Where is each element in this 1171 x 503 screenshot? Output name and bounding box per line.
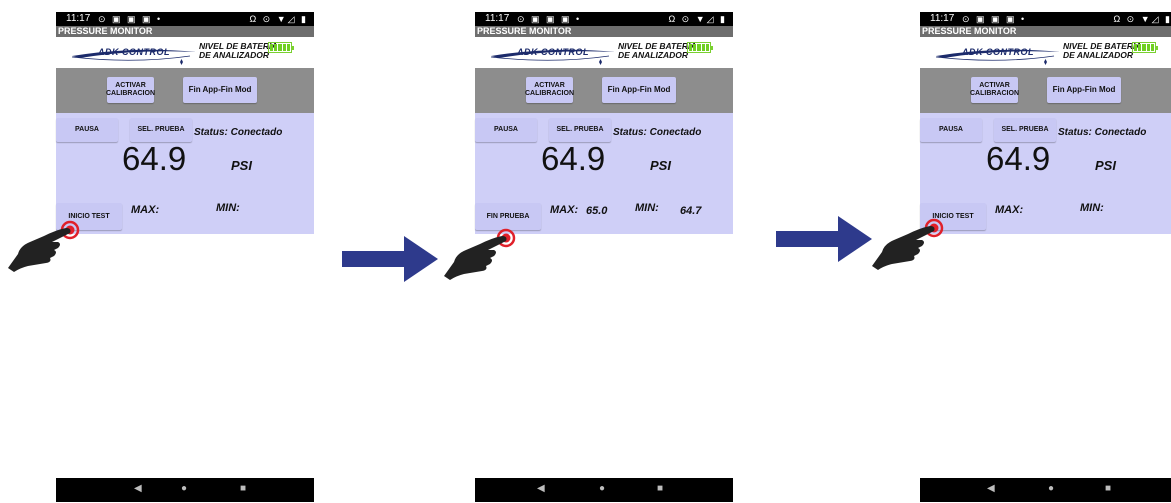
phone-frame-1: 11:17 ⊙ ▣ ▣ ▣ • Ω ⊙ ▼◿ ▮ PRESSURE MONITO…: [56, 12, 314, 502]
right-arrow-icon: [776, 216, 872, 262]
system-icons: Ω ⊙ ▼◿ ▮: [1113, 14, 1171, 24]
measurement-panel: PAUSA SEL. PRUEBA Status: Conectado 64.9…: [56, 113, 314, 234]
pressure-unit: PSI: [650, 158, 671, 173]
clock: 11:17: [66, 13, 91, 24]
end-app-button[interactable]: Fin App-Fin Mod: [602, 77, 676, 103]
right-arrow-icon: [342, 236, 438, 282]
clock: 11:17: [485, 13, 510, 24]
recents-nav-icon[interactable]: ■: [1105, 483, 1111, 494]
battery-icon: [687, 42, 713, 53]
status-bar: 11:17 ⊙ ▣ ▣ ▣ • Ω ⊙ ▼◿ ▮: [56, 12, 314, 26]
android-nav-bar: ◀ ● ■: [920, 478, 1171, 502]
select-test-button[interactable]: SEL. PRUEBA: [994, 118, 1056, 142]
control-bar: ACTIVAR CALIBRACION Fin App-Fin Mod: [920, 68, 1171, 113]
battery-label-line2: DE ANALIZADOR: [199, 50, 270, 60]
notification-icons: ⊙ ▣ ▣ ▣ •: [517, 14, 582, 24]
header: ADK CONTROL NIVEL DE BATERIA DE ANALIZAD…: [56, 37, 314, 68]
status-bar: 11:17 ⊙ ▣ ▣ ▣ • Ω ⊙ ▼◿ ▮: [920, 12, 1171, 26]
adk-logo: ADK CONTROL: [934, 44, 1062, 65]
control-bar: ACTIVAR CALIBRACION Fin App-Fin Mod: [56, 68, 314, 113]
control-bar: ACTIVAR CALIBRACION Fin App-Fin Mod: [475, 68, 733, 113]
max-value: 65.0: [586, 205, 608, 217]
back-nav-icon[interactable]: ◀: [987, 483, 995, 494]
app-title: PRESSURE MONITOR: [56, 26, 314, 37]
activate-calibration-button[interactable]: ACTIVAR CALIBRACION: [106, 77, 155, 103]
header: ADK CONTROL NIVEL DE BATERIA DE ANALIZAD…: [920, 37, 1171, 68]
notification-icons: ⊙ ▣ ▣ ▣ •: [962, 14, 1027, 24]
tap-hand-icon: [872, 218, 944, 270]
adk-logo: ADK CONTROL: [70, 44, 198, 65]
min-value: 64.7: [680, 205, 702, 217]
min-label: MIN:: [1080, 202, 1104, 214]
measurement-panel: PAUSA SEL. PRUEBA Status: Conectado 64.9…: [475, 113, 733, 234]
connection-status: Status: Conectado: [613, 127, 702, 138]
end-app-button[interactable]: Fin App-Fin Mod: [183, 77, 257, 103]
back-nav-icon[interactable]: ◀: [537, 483, 545, 494]
logo-text: ADK CONTROL: [98, 47, 170, 57]
pause-button[interactable]: PAUSA: [56, 118, 118, 142]
measurement-panel: PAUSA SEL. PRUEBA Status: Conectado 64.9…: [920, 113, 1171, 234]
pressure-reading: 64.9: [541, 140, 606, 177]
battery-icon: [268, 42, 294, 53]
logo-text: ADK CONTROL: [962, 47, 1034, 57]
recents-nav-icon[interactable]: ■: [657, 483, 663, 494]
max-label: MAX:: [995, 204, 1024, 216]
notification-icons: ⊙ ▣ ▣ ▣ •: [98, 14, 163, 24]
end-app-button[interactable]: Fin App-Fin Mod: [1047, 77, 1121, 103]
android-nav-bar: ◀ ● ■: [56, 478, 314, 502]
connection-status: Status: Conectado: [194, 127, 283, 138]
battery-label: NIVEL DE BATERIA DE ANALIZADOR: [618, 42, 697, 60]
battery-icon: [1132, 42, 1158, 53]
back-nav-icon[interactable]: ◀: [134, 483, 142, 494]
app-title: PRESSURE MONITOR: [920, 26, 1171, 37]
select-test-button[interactable]: SEL. PRUEBA: [549, 118, 611, 142]
android-nav-bar: ◀ ● ■: [475, 478, 733, 502]
phone-frame-3: 11:17 ⊙ ▣ ▣ ▣ • Ω ⊙ ▼◿ ▮ PRESSURE MONITO…: [920, 12, 1171, 502]
home-nav-icon[interactable]: ●: [599, 483, 605, 494]
pressure-reading: 64.9: [986, 140, 1051, 177]
logo-text: ADK CONTROL: [517, 47, 589, 57]
pressure-reading: 64.9: [122, 140, 187, 177]
battery-label: NIVEL DE BATERIA DE ANALIZADOR: [199, 42, 278, 60]
tap-hand-icon: [8, 220, 80, 272]
activate-calibration-button[interactable]: ACTIVAR CALIBRACION: [525, 77, 574, 103]
home-nav-icon[interactable]: ●: [1048, 483, 1054, 494]
select-test-button[interactable]: SEL. PRUEBA: [130, 118, 192, 142]
max-label: MAX:: [550, 204, 579, 216]
battery-label-line2: DE ANALIZADOR: [1063, 50, 1134, 60]
home-nav-icon[interactable]: ●: [181, 483, 187, 494]
recents-nav-icon[interactable]: ■: [240, 483, 246, 494]
pause-button[interactable]: PAUSA: [920, 118, 982, 142]
pressure-unit: PSI: [1095, 158, 1116, 173]
tap-hand-icon: [444, 228, 516, 280]
battery-label-line2: DE ANALIZADOR: [618, 50, 689, 60]
max-label: MAX:: [131, 204, 160, 216]
min-label: MIN:: [635, 202, 659, 214]
pause-button[interactable]: PAUSA: [475, 118, 537, 142]
status-bar: 11:17 ⊙ ▣ ▣ ▣ • Ω ⊙ ▼◿ ▮: [475, 12, 733, 26]
pressure-unit: PSI: [231, 158, 252, 173]
battery-label: NIVEL DE BATERIA DE ANALIZADOR: [1063, 42, 1142, 60]
system-icons: Ω ⊙ ▼◿ ▮: [249, 14, 308, 24]
adk-logo: ADK CONTROL: [489, 44, 617, 65]
app-title: PRESSURE MONITOR: [475, 26, 733, 37]
connection-status: Status: Conectado: [1058, 127, 1147, 138]
min-label: MIN:: [216, 202, 240, 214]
header: ADK CONTROL NIVEL DE BATERIA DE ANALIZAD…: [475, 37, 733, 68]
system-icons: Ω ⊙ ▼◿ ▮: [668, 14, 727, 24]
activate-calibration-button[interactable]: ACTIVAR CALIBRACION: [970, 77, 1019, 103]
clock: 11:17: [930, 13, 955, 24]
